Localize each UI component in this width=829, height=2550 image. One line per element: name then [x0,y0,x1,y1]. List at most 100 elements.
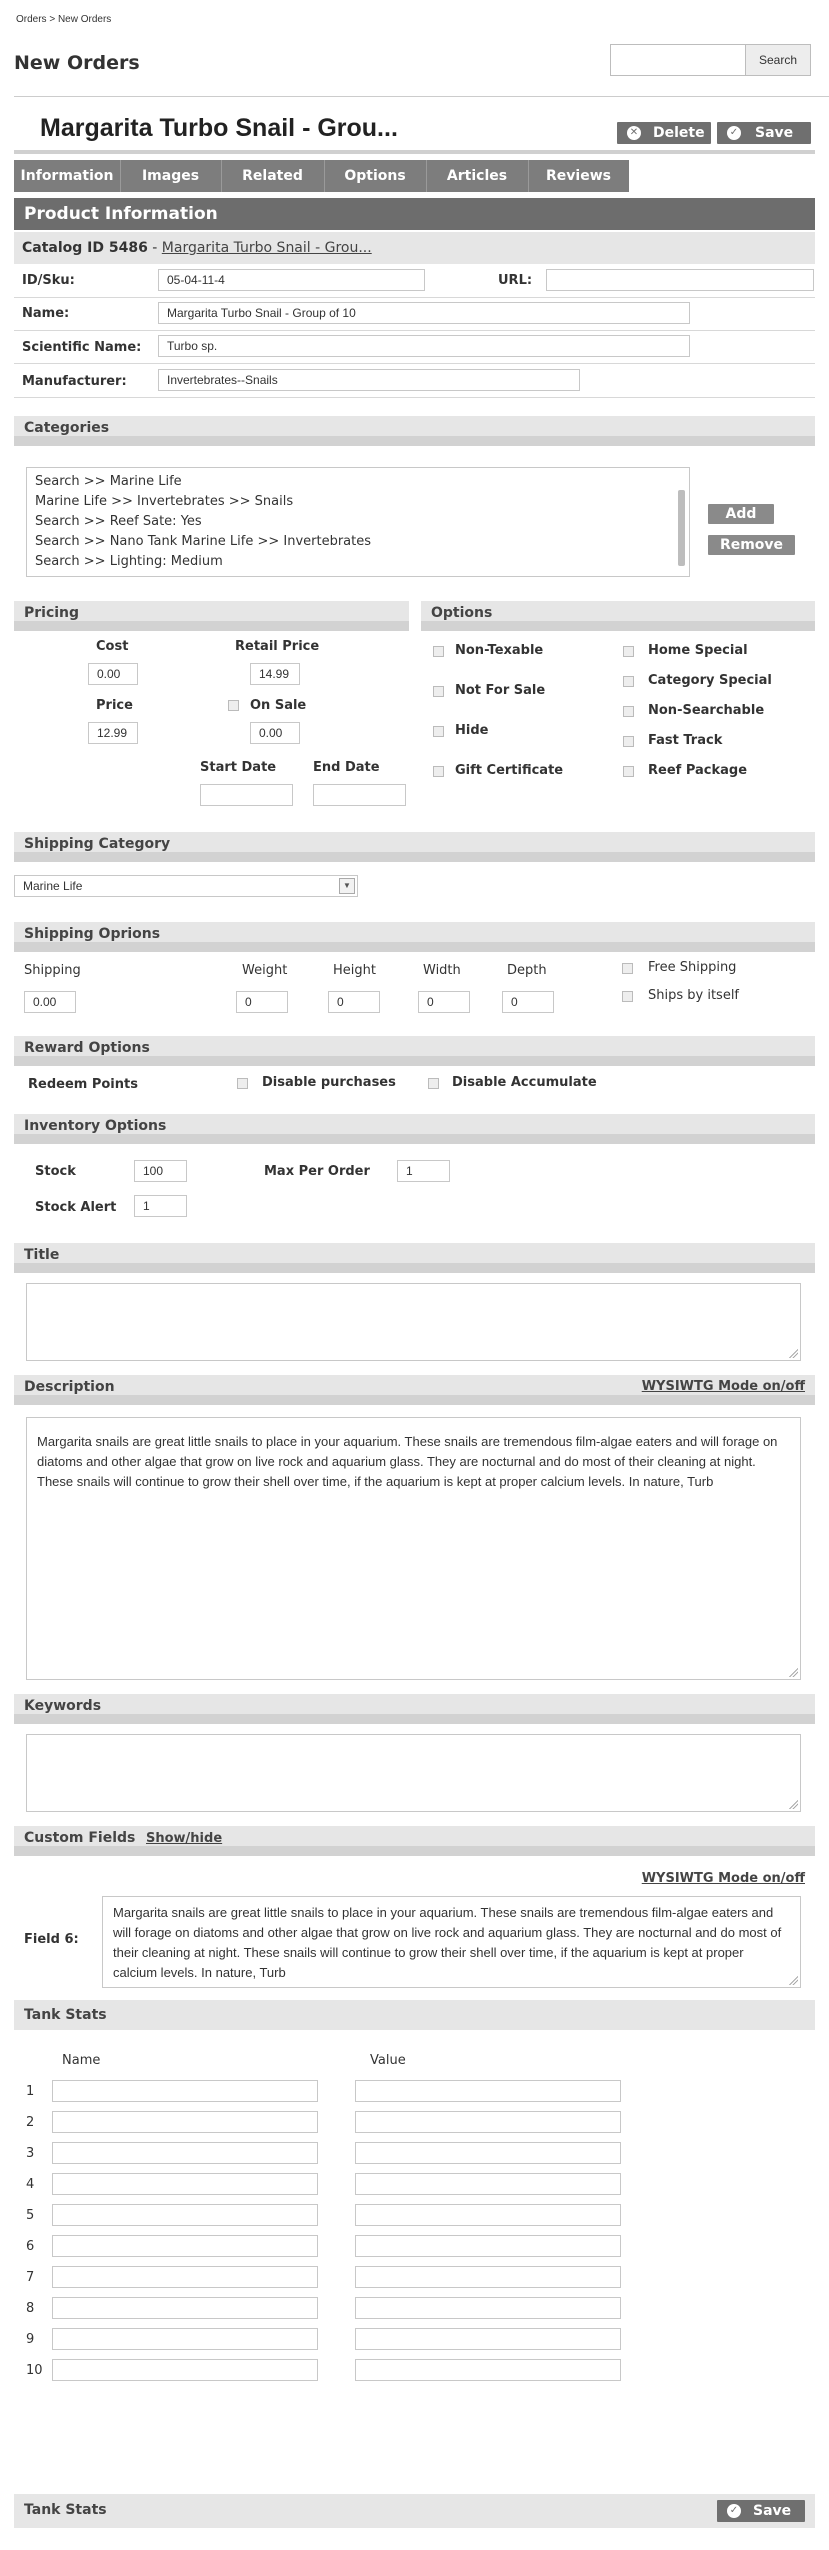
tank-name-input[interactable] [52,2204,318,2226]
divider [14,397,815,398]
custom-fields-toggle-link[interactable]: Show/hide [146,1831,222,1846]
description-text: Margarita snails are great little snails… [37,1434,778,1489]
tank-value-input[interactable] [355,2297,621,2319]
depth-input[interactable]: 0 [502,991,554,1013]
tank-name-input[interactable] [52,2328,318,2350]
height-input[interactable]: 0 [328,991,380,1013]
add-category-button[interactable]: Add [708,504,774,524]
chevron-down-icon[interactable]: ▼ [339,878,355,894]
on-sale-checkbox[interactable] [228,700,239,711]
id-sku-input[interactable]: 05-04-11-4 [158,269,425,291]
weight-input[interactable]: 0 [236,991,288,1013]
resize-grip-icon[interactable] [788,1975,798,1985]
categories-list[interactable]: Search >> Marine Life Marine Life >> Inv… [26,467,690,577]
tab-reviews[interactable]: Reviews [528,160,629,192]
resize-grip-icon[interactable] [788,1348,798,1358]
remove-category-button[interactable]: Remove [708,535,795,555]
reef-package-checkbox[interactable] [623,766,634,777]
disable-purchases-label: Disable purchases [262,1075,396,1090]
tab-options[interactable]: Options [324,160,427,192]
fast-track-checkbox[interactable] [623,736,634,747]
tank-name-input[interactable] [52,2359,318,2381]
custom-wysiwyg-toggle-link[interactable]: WYSIWTG Mode on/off [642,1871,805,1886]
disable-purchases-checkbox[interactable] [237,1078,248,1089]
gift-certificate-label: Gift Certificate [455,763,564,778]
tank-name-input[interactable] [52,2266,318,2288]
url-input[interactable] [546,269,814,291]
retail-price-input[interactable]: 14.99 [250,663,300,685]
start-date-input[interactable] [200,784,293,806]
delete-button[interactable]: ✕ Delete [617,122,711,144]
category-item[interactable]: Search >> Nano Tank Marine Life >> Inver… [35,532,681,552]
ships-by-itself-checkbox[interactable] [622,991,633,1002]
search-button[interactable]: Search [746,44,811,76]
non-taxable-checkbox[interactable] [433,646,444,657]
home-special-checkbox[interactable] [623,646,634,657]
tab-articles[interactable]: Articles [426,160,529,192]
category-item[interactable]: Search >> Lighting: Medium [35,552,681,572]
custom-fields-title: Custom Fields [24,1830,136,1846]
tank-name-input[interactable] [52,2297,318,2319]
stock-alert-input[interactable]: 1 [134,1195,187,1217]
shipping-category-select[interactable]: Marine Life ▼ [14,875,358,897]
price-input[interactable]: 12.99 [88,722,138,744]
tank-value-input[interactable] [355,2204,621,2226]
description-textarea[interactable]: Margarita snails are great little snails… [26,1417,801,1680]
field-6-textarea[interactable]: Margarita snails are great little snails… [102,1896,801,1988]
category-special-checkbox[interactable] [623,676,634,687]
tab-related[interactable]: Related [221,160,325,192]
tank-value-input[interactable] [355,2359,621,2381]
tank-value-input[interactable] [355,2235,621,2257]
categories-scrollbar[interactable] [678,490,685,566]
disable-accumulate-checkbox[interactable] [428,1078,439,1089]
end-date-input[interactable] [313,784,406,806]
keywords-textarea[interactable] [26,1734,801,1812]
resize-grip-icon[interactable] [788,1667,798,1677]
tank-name-input[interactable] [52,2142,318,2164]
tank-value-input[interactable] [355,2266,621,2288]
tank-name-input[interactable] [52,2235,318,2257]
on-sale-input[interactable]: 0.00 [250,722,300,744]
tank-name-input[interactable] [52,2173,318,2195]
start-date-label: Start Date [200,760,277,775]
footer-save-button[interactable]: ✓ Save [717,2500,805,2522]
free-shipping-checkbox[interactable] [622,963,633,974]
tank-value-input[interactable] [355,2328,621,2350]
tab-images[interactable]: Images [120,160,222,192]
depth-label: Depth [507,963,547,978]
tab-information[interactable]: Information [14,160,121,192]
stock-input[interactable]: 100 [134,1160,187,1182]
breadcrumb[interactable]: Orders > New Orders [16,14,111,25]
catalog-link[interactable]: Margarita Turbo Snail - Grou... [162,240,372,256]
ships-by-itself-label: Ships by itself [648,988,740,1003]
hide-checkbox[interactable] [433,726,444,737]
not-for-sale-checkbox[interactable] [433,686,444,697]
tank-name-input[interactable] [52,2111,318,2133]
non-searchable-label: Non-Searchable [648,703,765,718]
resize-grip-icon[interactable] [788,1799,798,1809]
scientific-name-input[interactable]: Turbo sp. [158,335,690,357]
name-input[interactable]: Margarita Turbo Snail - Group of 10 [158,302,690,324]
reward-options-title: Reward Options [24,1040,150,1056]
category-item[interactable]: Search >> Reef Sate: Yes [35,512,681,532]
tank-value-input[interactable] [355,2173,621,2195]
save-button[interactable]: ✓ Save [717,122,811,144]
cost-input[interactable]: 0.00 [88,663,138,685]
non-searchable-checkbox[interactable] [623,706,634,717]
tank-value-input[interactable] [355,2142,621,2164]
title-textarea[interactable] [26,1283,801,1361]
tank-name-input[interactable] [52,2080,318,2102]
manufacturer-input[interactable]: Invertebrates--Snails [158,369,580,391]
wysiwyg-toggle-link[interactable]: WYSIWTG Mode on/off [642,1379,805,1394]
category-item[interactable]: Search >> Marine Life [35,472,681,492]
reward-options-header: Reward Options [14,1036,815,1066]
gift-certificate-checkbox[interactable] [433,766,444,777]
tank-value-input[interactable] [355,2080,621,2102]
shipping-input[interactable]: 0.00 [24,991,76,1013]
max-per-order-input[interactable]: 1 [397,1160,450,1182]
tank-value-input[interactable] [355,2111,621,2133]
category-item[interactable]: Marine Life >> Invertebrates >> Snails [35,492,681,512]
width-input[interactable]: 0 [418,991,470,1013]
divider [14,330,815,331]
search-input[interactable] [610,44,746,76]
